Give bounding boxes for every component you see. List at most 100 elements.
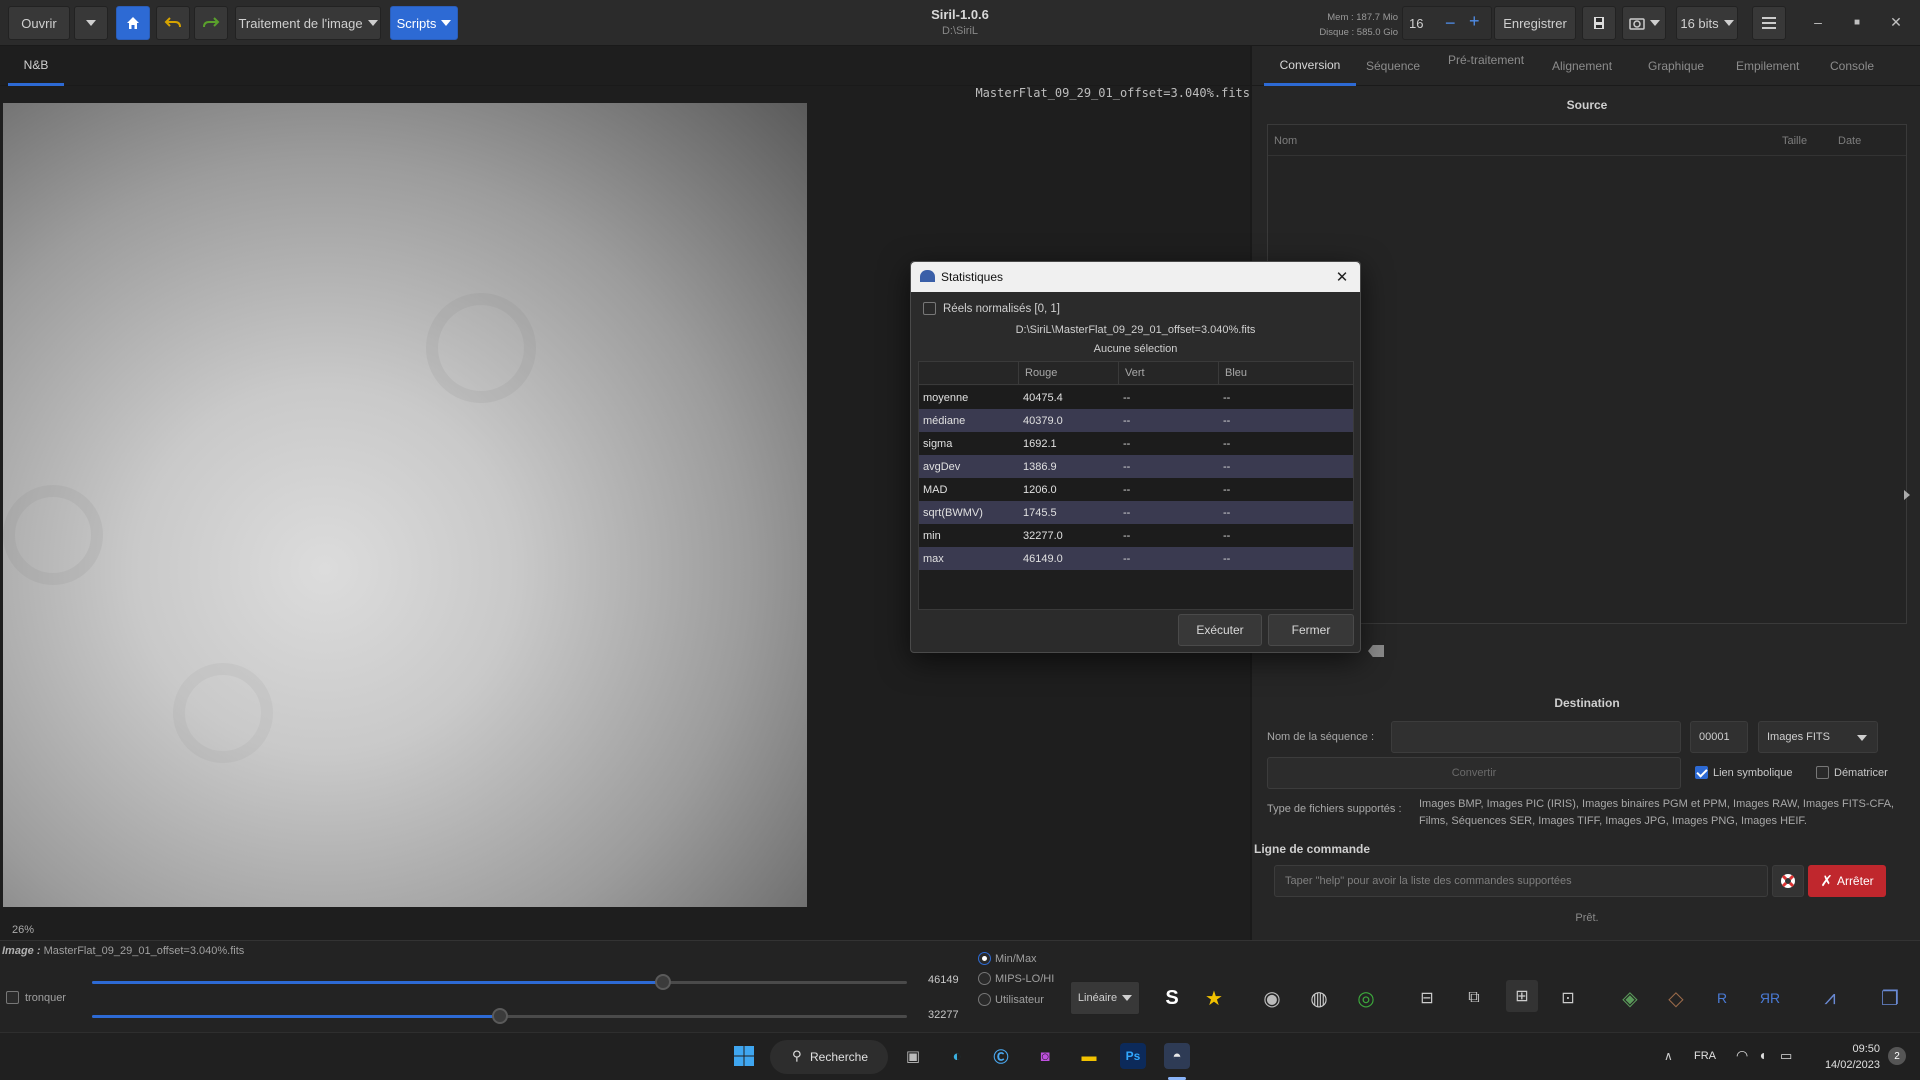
stop-button[interactable]: ✗ Arrêter <box>1808 865 1886 897</box>
column-date[interactable]: Date <box>1838 135 1861 147</box>
language-indicator[interactable]: FRA <box>1694 1050 1716 1062</box>
stat-name: médiane <box>923 414 966 427</box>
command-line-title: Ligne de commande <box>1254 842 1371 856</box>
save-button[interactable]: Enregistrer <box>1494 6 1576 40</box>
windows-icon[interactable]: ❐ <box>1874 982 1906 1014</box>
image-canvas[interactable] <box>3 103 807 907</box>
tab-plot[interactable]: Graphique <box>1648 46 1704 86</box>
volume-icon[interactable]: ◖ <box>1758 1047 1766 1063</box>
threads-spinner[interactable]: 16 − + <box>1402 6 1492 40</box>
supported-types-label: Type de fichiers supportés : <box>1267 803 1402 815</box>
command-input[interactable]: Taper "help" pour avoir la liste des com… <box>1274 865 1768 897</box>
grid-icon[interactable]: ⊞ <box>1506 980 1538 1012</box>
truncate-toggle[interactable]: tronquer <box>6 991 66 1004</box>
symlink-toggle[interactable]: Lien symbolique <box>1695 766 1793 779</box>
minus-box-icon[interactable]: ⊟ <box>1411 982 1443 1014</box>
chevron-right-icon[interactable] <box>1904 490 1910 500</box>
low-slider-knob[interactable] <box>491 1008 508 1024</box>
flip-vertical-icon[interactable]: R <box>1706 982 1738 1014</box>
tab-conversion[interactable]: Conversion <box>1264 46 1356 86</box>
high-slider-knob[interactable] <box>654 974 671 990</box>
stat-blue: -- <box>1223 414 1231 427</box>
normalized-checkbox[interactable] <box>923 302 936 315</box>
truncate-checkbox[interactable] <box>6 991 19 1004</box>
autostretch-icon[interactable]: S <box>1156 982 1188 1014</box>
debayer-checkbox[interactable] <box>1816 766 1829 779</box>
globe-icon[interactable]: ◍ <box>1303 982 1335 1014</box>
open-recent-dropdown[interactable] <box>74 6 108 40</box>
column-size[interactable]: Taille <box>1782 135 1807 147</box>
undo-button[interactable] <box>156 6 190 40</box>
photoshop-icon[interactable]: Ps <box>1120 1043 1146 1069</box>
sequence-number-input[interactable]: 00001 <box>1690 721 1748 753</box>
debayer-toggle[interactable]: Dématricer <box>1816 766 1888 779</box>
output-format-select[interactable]: Images FITS <box>1758 721 1878 753</box>
image-processing-menu[interactable]: Traitement de l'image <box>235 6 381 40</box>
flip-horizontal-icon[interactable]: ЯR <box>1754 982 1786 1014</box>
mode-mips[interactable]: MIPS-LO/HI <box>978 971 1054 986</box>
crop-icon[interactable]: ⧉ <box>1458 982 1490 1014</box>
tab-console[interactable]: Console <box>1830 46 1874 86</box>
histogram-box-icon[interactable]: ⊡ <box>1552 982 1584 1014</box>
close-window-button[interactable]: ✕ <box>1884 10 1908 34</box>
normalized-toggle[interactable]: Réels normalisés [0, 1] <box>923 302 1060 315</box>
siril-taskbar-icon[interactable]: ◓ <box>1164 1043 1190 1069</box>
scale-value: Linéaire <box>1077 992 1118 1004</box>
tab-stacking[interactable]: Empilement <box>1736 46 1799 86</box>
mode-mips-radio[interactable] <box>978 972 991 986</box>
start-button[interactable] <box>731 1043 757 1069</box>
execute-button[interactable]: Exécuter <box>1178 614 1262 646</box>
photometry-icon[interactable]: ◉ <box>1256 982 1288 1014</box>
ccleaner-icon[interactable]: Ⓒ <box>988 1043 1014 1069</box>
battery-icon[interactable]: ▭ <box>1780 1048 1792 1064</box>
stat-red: 1206.0 <box>1023 483 1057 496</box>
convert-button[interactable]: Convertir <box>1267 757 1681 789</box>
home-button[interactable] <box>116 6 150 40</box>
help-button[interactable] <box>1772 865 1804 897</box>
dialog-close-button[interactable]: ✕ <box>1332 267 1352 287</box>
close-dialog-button[interactable]: Fermer <box>1268 614 1354 646</box>
target-icon[interactable]: ◎ <box>1350 982 1382 1014</box>
histogram-icon[interactable]: ⩘ <box>1814 982 1846 1014</box>
bitdepth-menu[interactable]: 16 bits <box>1676 6 1738 40</box>
high-slider[interactable] <box>92 974 907 990</box>
wifi-icon[interactable]: ◠ <box>1736 1047 1748 1064</box>
stat-red: 1386.9 <box>1023 460 1057 473</box>
taskbar-search[interactable]: ⚲ Recherche <box>770 1040 888 1074</box>
clock[interactable]: 09:50 14/02/2023 <box>1808 1041 1880 1073</box>
low-slider[interactable] <box>92 1008 907 1024</box>
tab-sequence[interactable]: Séquence <box>1366 46 1420 86</box>
tab-preprocessing[interactable]: Pré-traitement <box>1448 40 1524 80</box>
star-icon[interactable]: ★ <box>1198 982 1230 1014</box>
dialog-titlebar[interactable]: Statistiques ✕ <box>911 262 1360 292</box>
chevron-up-icon[interactable]: ∧ <box>1664 1049 1673 1063</box>
mode-minmax[interactable]: Min/Max <box>978 951 1037 966</box>
symlink-checkbox[interactable] <box>1695 766 1708 779</box>
minus-icon[interactable]: − <box>1445 13 1456 34</box>
redo-button[interactable] <box>194 6 228 40</box>
task-view-icon[interactable]: ▣ <box>900 1043 926 1069</box>
rotate-icon[interactable]: ◈ <box>1614 982 1646 1014</box>
mode-minmax-radio[interactable] <box>978 952 991 966</box>
scale-select[interactable]: Linéaire <box>1070 981 1140 1015</box>
sequence-name-input[interactable] <box>1391 721 1681 753</box>
save-as-button[interactable] <box>1582 6 1616 40</box>
main-menu-button[interactable] <box>1752 6 1786 40</box>
mode-user[interactable]: Utilisateur <box>978 992 1044 1007</box>
instagram-icon[interactable]: ◙ <box>1032 1043 1058 1069</box>
notification-badge[interactable]: 2 <box>1888 1047 1906 1065</box>
minimize-button[interactable]: – <box>1806 10 1830 34</box>
snapshot-menu[interactable] <box>1622 6 1666 40</box>
file-explorer-icon[interactable]: ▬ <box>1076 1043 1102 1069</box>
edge-icon[interactable]: ◐ <box>944 1043 970 1069</box>
open-button[interactable]: Ouvrir <box>8 6 70 40</box>
plus-icon[interactable]: + <box>1469 11 1480 32</box>
column-name[interactable]: Nom <box>1274 135 1297 147</box>
source-file-list[interactable]: Nom Taille Date <box>1267 124 1907 624</box>
tab-alignment[interactable]: Alignement <box>1552 46 1612 86</box>
mode-user-radio[interactable] <box>978 993 991 1007</box>
maximize-button[interactable]: ■ <box>1845 10 1869 34</box>
mirror-icon[interactable]: ◇ <box>1660 982 1692 1014</box>
scripts-menu[interactable]: Scripts <box>390 6 458 40</box>
tab-mono[interactable]: N&B <box>8 46 64 86</box>
